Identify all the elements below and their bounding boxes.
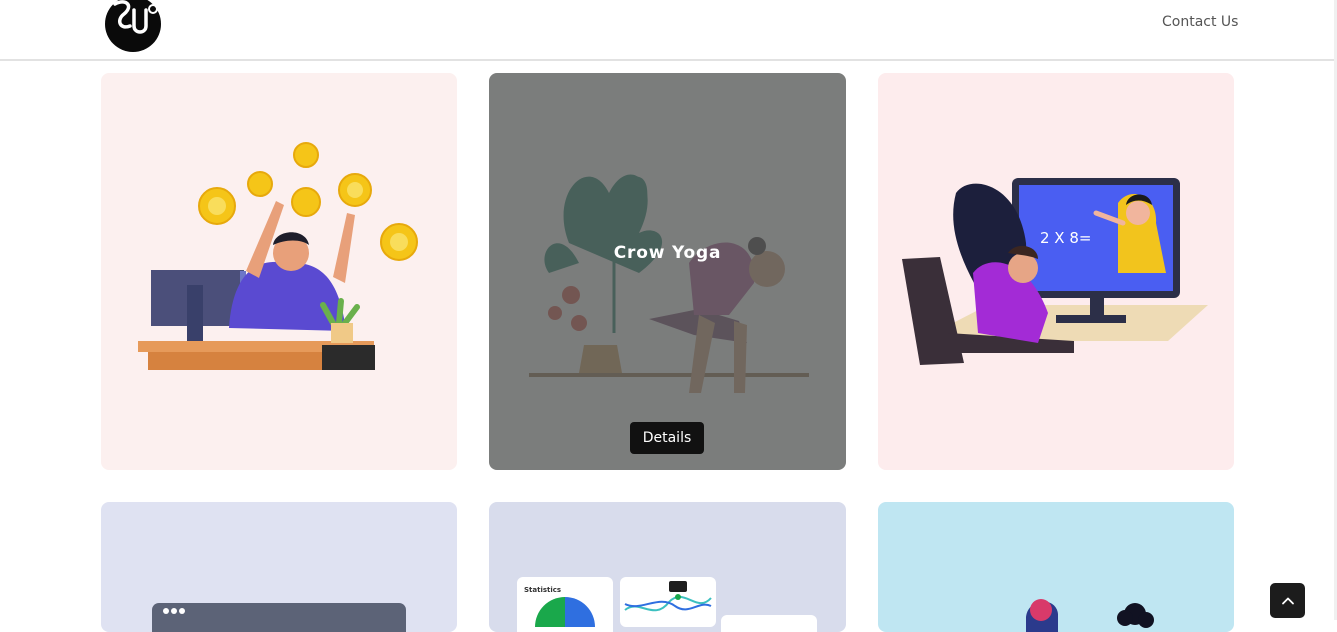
portfolio-card-crow-yoga[interactable]: Crow Yoga Details xyxy=(489,73,846,470)
portfolio-card-6[interactable] xyxy=(878,502,1234,632)
portfolio-card-3[interactable]: 2 X 8= xyxy=(878,73,1234,470)
card-hover-overlay: Crow Yoga Details xyxy=(489,73,846,470)
card-title: Crow Yoga xyxy=(613,243,722,263)
portfolio-card-1[interactable] xyxy=(101,73,457,470)
browser-window-illustration xyxy=(152,603,406,632)
portfolio-card-5[interactable]: Statistics xyxy=(489,502,846,632)
site-header: Contact Us xyxy=(0,0,1337,61)
nav-contact-us[interactable]: Contact Us xyxy=(1162,14,1238,30)
portfolio-card-4[interactable] xyxy=(101,502,457,632)
site-logo[interactable] xyxy=(104,0,162,52)
chevron-up-icon xyxy=(1281,597,1294,604)
team-illustration xyxy=(1026,599,1154,632)
board-equation: 2 X 8= xyxy=(1040,229,1091,247)
online-tutoring-illustration: 2 X 8= xyxy=(902,178,1208,365)
details-button[interactable]: Details xyxy=(630,422,704,454)
money-success-illustration xyxy=(138,142,418,370)
analytics-dashboard-illustration: Statistics xyxy=(517,577,817,632)
statistics-panel-label: Statistics xyxy=(524,586,561,594)
scroll-to-top-button[interactable] xyxy=(1270,583,1305,618)
